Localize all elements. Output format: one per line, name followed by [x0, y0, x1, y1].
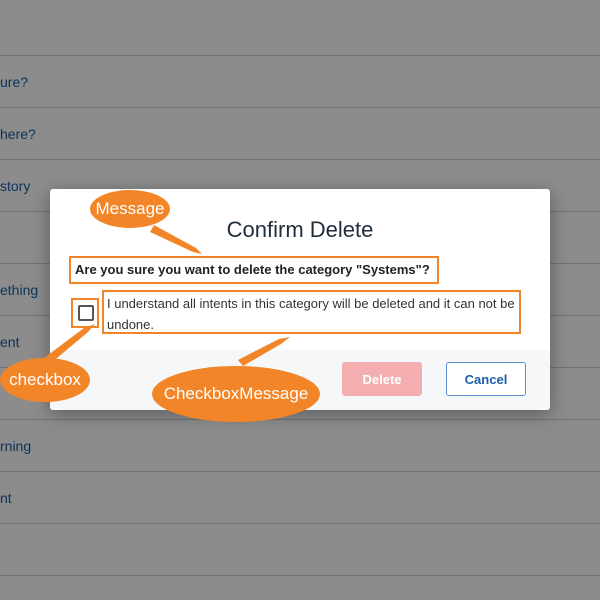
- cancel-button[interactable]: Cancel: [446, 362, 526, 396]
- delete-button[interactable]: Delete: [342, 362, 422, 396]
- checkbox-highlight-box: [71, 298, 99, 328]
- checkbox-callout: checkbox: [0, 358, 90, 402]
- message-callout: Message: [90, 190, 170, 228]
- message-highlight-box: [69, 256, 439, 284]
- checkbox-message-highlight-box: [102, 290, 521, 334]
- checkbox-message-callout: CheckboxMessage: [152, 366, 320, 422]
